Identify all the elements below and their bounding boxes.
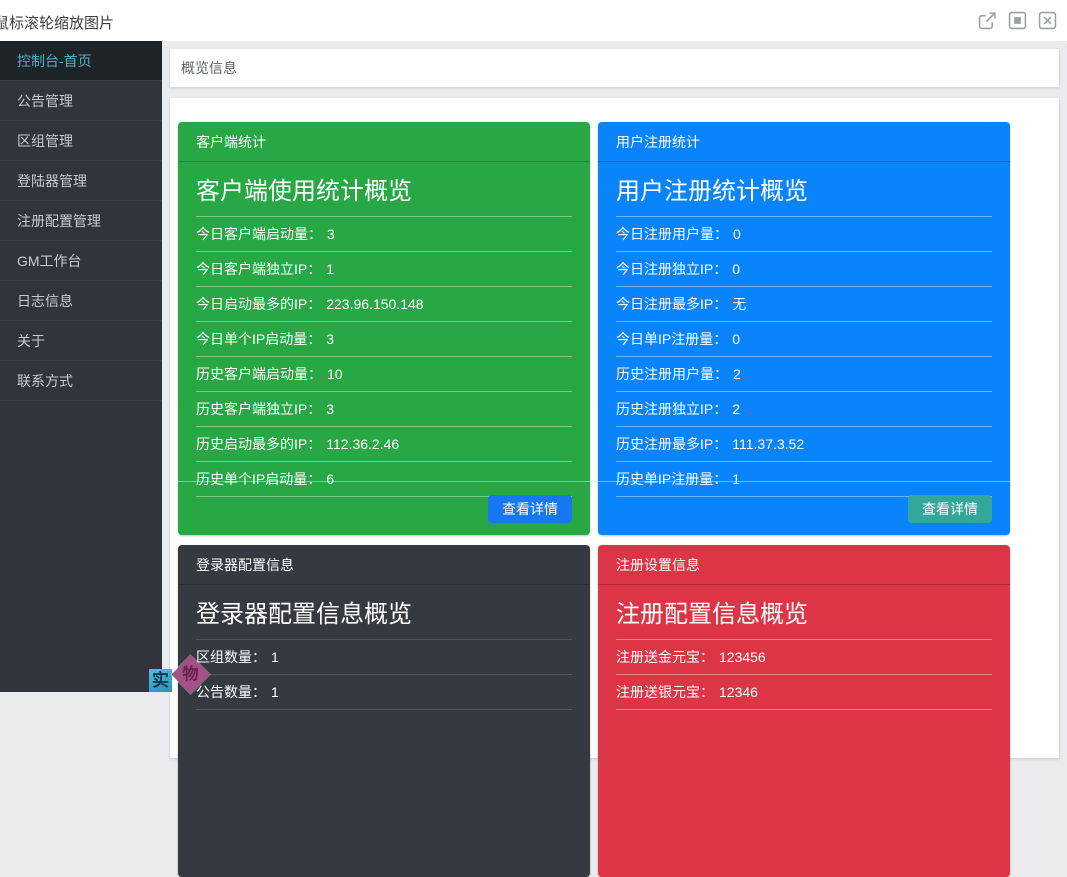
- stat-row: 公告数量： 1: [196, 675, 572, 710]
- content-panel: 客户端统计 客户端使用统计概览 今日客户端启动量： 3 今日客户端独立IP： 1 今…: [170, 98, 1059, 758]
- stat-value: 2: [732, 401, 740, 417]
- card-title: 客户端使用统计概览: [196, 162, 572, 217]
- page-title: 鼠标滚轮缩放图片: [0, 12, 114, 33]
- card-footer: 查看详情: [178, 481, 590, 535]
- stat-value: 3: [326, 331, 334, 347]
- stat-label: 今日注册最多IP：: [616, 294, 727, 314]
- stat-value: 0: [732, 331, 740, 347]
- stat-label: 今日客户端启动量：: [196, 224, 322, 244]
- open-external-icon[interactable]: [978, 11, 997, 30]
- topbar: 鼠标滚轮缩放图片: [0, 0, 1067, 41]
- stat-value: 2: [733, 366, 741, 382]
- stat-value: 111.37.3.52: [732, 436, 804, 452]
- stat-value: 1: [271, 649, 279, 665]
- sidebar-item-gm-workbench[interactable]: GM工作台: [0, 241, 162, 281]
- stat-value: 1: [271, 684, 279, 700]
- sticker-wu-badge[interactable]: 物: [171, 655, 209, 693]
- stat-label: 注册送银元宝：: [616, 682, 714, 702]
- stat-label: 今日客户端独立IP：: [196, 259, 321, 279]
- stat-row: 今日注册独立IP： 0: [616, 252, 992, 287]
- sticker-wu-label: 物: [177, 661, 204, 688]
- sidebar-item-launcher-mgmt[interactable]: 登陆器管理: [0, 161, 162, 201]
- stat-label: 历史注册用户量：: [616, 364, 728, 384]
- stat-row: 今日单IP注册量： 0: [616, 322, 992, 357]
- restore-window-icon[interactable]: [1008, 11, 1027, 30]
- stat-label: 区组数量：: [196, 647, 266, 667]
- stat-row: 今日注册最多IP：无: [616, 287, 992, 322]
- breadcrumb-bar: 概览信息: [170, 49, 1059, 87]
- stat-value: 3: [326, 401, 334, 417]
- card-register-settings: 注册设置信息 注册配置信息概览 注册送金元宝： 123456 注册送银元宝： 123…: [598, 545, 1010, 877]
- stat-value: 12346: [719, 684, 758, 700]
- stat-value: 112.36.2.46: [326, 436, 399, 452]
- card-launcher-config: 登录器配置信息 登录器配置信息概览 区组数量： 1 公告数量： 1: [178, 545, 590, 877]
- stat-label: 今日单个IP启动量：: [196, 329, 321, 349]
- stat-row: 今日注册用户量： 0: [616, 217, 992, 252]
- card-client-stats: 客户端统计 客户端使用统计概览 今日客户端启动量： 3 今日客户端独立IP： 1 今…: [178, 122, 590, 535]
- stat-value: 1: [326, 261, 334, 277]
- card-header: 用户注册统计: [598, 122, 1010, 162]
- stat-row: 今日单个IP启动量： 3: [196, 322, 572, 357]
- card-title: 注册配置信息概览: [616, 585, 992, 640]
- stat-row: 历史注册最多IP： 111.37.3.52: [616, 427, 992, 462]
- card-user-register-stats: 用户注册统计 用户注册统计概览 今日注册用户量： 0 今日注册独立IP： 0 今日注…: [598, 122, 1010, 535]
- close-window-icon[interactable]: [1038, 11, 1057, 30]
- sidebar: 控制台-首页 公告管理 区组管理 登陆器管理 注册配置管理 GM工作台 日志信息…: [0, 41, 162, 692]
- window-controls: [978, 11, 1057, 30]
- card-header: 登录器配置信息: [178, 545, 590, 585]
- stat-label: 今日启动最多的IP：: [196, 294, 321, 314]
- sidebar-item-logs[interactable]: 日志信息: [0, 281, 162, 321]
- stat-label: 今日注册独立IP：: [616, 259, 727, 279]
- card-title: 用户注册统计概览: [616, 162, 992, 217]
- stat-label: 公告数量：: [196, 682, 266, 702]
- stat-row: 注册送金元宝： 123456: [616, 640, 992, 675]
- sidebar-item-about[interactable]: 关于: [0, 321, 162, 361]
- card-header: 客户端统计: [178, 122, 590, 162]
- sidebar-item-console-home[interactable]: 控制台-首页: [0, 41, 162, 81]
- view-details-button[interactable]: 查看详情: [488, 495, 572, 523]
- stat-row: 今日启动最多的IP： 223.96.150.148: [196, 287, 572, 322]
- stat-row: 历史注册独立IP： 2: [616, 392, 992, 427]
- stat-value: 无: [732, 294, 746, 314]
- stat-row: 注册送银元宝： 12346: [616, 675, 992, 710]
- card-title: 登录器配置信息概览: [196, 585, 572, 640]
- stat-row: 历史客户端启动量： 10: [196, 357, 572, 392]
- view-details-button[interactable]: 查看详情: [908, 495, 992, 523]
- stat-label: 历史客户端启动量：: [196, 364, 322, 384]
- stat-value: 0: [732, 261, 740, 277]
- breadcrumb: 概览信息: [181, 60, 237, 76]
- stat-value: 0: [733, 226, 741, 242]
- stat-label: 历史客户端独立IP：: [196, 399, 321, 419]
- card-footer: 查看详情: [598, 481, 1010, 535]
- stat-label: 注册送金元宝：: [616, 647, 714, 667]
- sidebar-item-announcements[interactable]: 公告管理: [0, 81, 162, 121]
- stat-label: 历史注册最多IP：: [616, 434, 727, 454]
- stat-row: 区组数量： 1: [196, 640, 572, 675]
- stat-label: 今日注册用户量：: [616, 224, 728, 244]
- sidebar-item-zone-groups[interactable]: 区组管理: [0, 121, 162, 161]
- stat-row: 历史启动最多的IP： 112.36.2.46: [196, 427, 572, 462]
- stat-row: 历史客户端独立IP： 3: [196, 392, 572, 427]
- stat-value: 223.96.150.148: [326, 296, 423, 312]
- sidebar-item-contact[interactable]: 联系方式: [0, 361, 162, 401]
- stat-value: 3: [327, 226, 335, 242]
- sidebar-item-register-config-mgmt[interactable]: 注册配置管理: [0, 201, 162, 241]
- stat-label: 今日单IP注册量：: [616, 329, 727, 349]
- stat-row: 今日客户端独立IP： 1: [196, 252, 572, 287]
- stat-value: 10: [327, 366, 343, 382]
- stat-label: 历史注册独立IP：: [616, 399, 727, 419]
- stat-row: 历史注册用户量： 2: [616, 357, 992, 392]
- stat-value: 123456: [719, 649, 766, 665]
- stat-row: 今日客户端启动量： 3: [196, 217, 572, 252]
- stat-label: 历史启动最多的IP：: [196, 434, 321, 454]
- sticker-shi-badge[interactable]: 实: [149, 669, 172, 692]
- card-header: 注册设置信息: [598, 545, 1010, 585]
